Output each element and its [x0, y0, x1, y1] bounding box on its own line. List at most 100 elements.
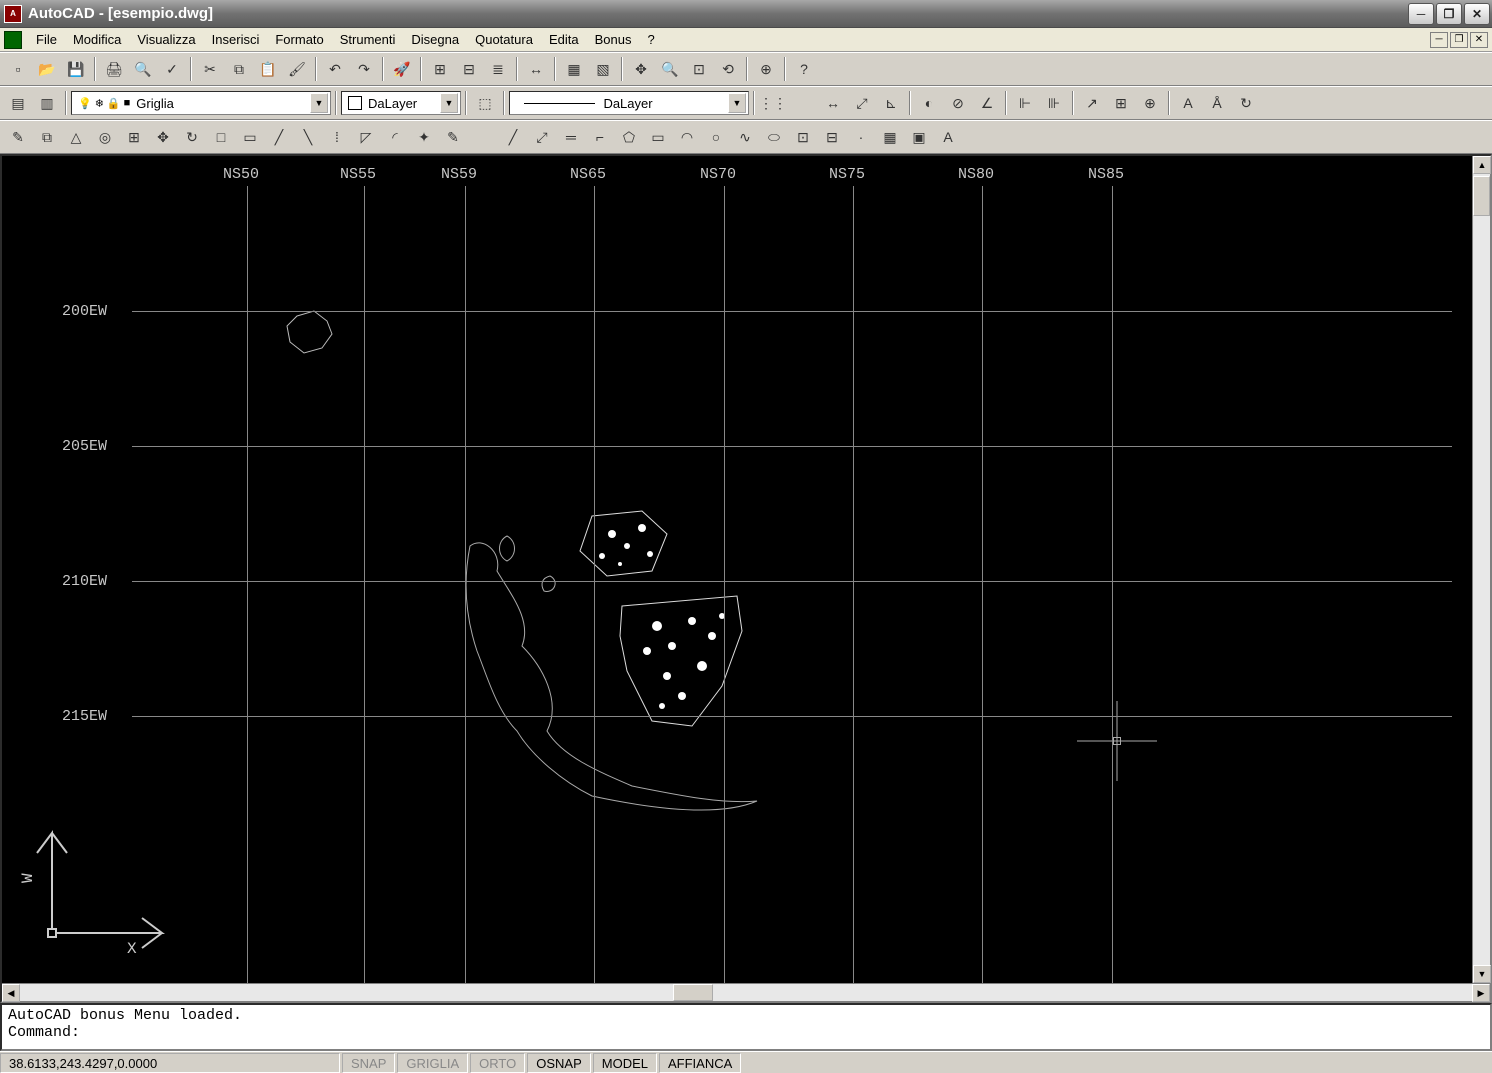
layer-combo[interactable]: 💡 ❄ 🔒 ■ Griglia ▼: [71, 91, 331, 115]
scroll-right-icon[interactable]: ▶: [1472, 984, 1490, 1002]
zoom-previous-icon[interactable]: ⟲: [714, 55, 742, 83]
vertical-scrollbar[interactable]: ▲ ▼: [1472, 156, 1490, 983]
osnap-tracking-icon[interactable]: ⊞: [426, 55, 454, 83]
mirror-icon[interactable]: △: [62, 123, 90, 151]
dim-update-icon[interactable]: ↻: [1232, 89, 1260, 117]
pan-icon[interactable]: ✥: [627, 55, 655, 83]
status-toggle-affianca[interactable]: AFFIANCA: [659, 1053, 741, 1073]
copy-object-icon[interactable]: ⧉: [33, 123, 61, 151]
status-toggle-orto[interactable]: ORTO: [470, 1053, 525, 1073]
fillet-icon[interactable]: ◜: [381, 123, 409, 151]
menu-modifica[interactable]: Modifica: [65, 29, 129, 50]
snap-from-icon[interactable]: ⊟: [455, 55, 483, 83]
layer-filter-icon[interactable]: ▥: [33, 89, 61, 117]
format-painter-icon[interactable]: 🖌: [283, 55, 311, 83]
rotate-icon[interactable]: ↻: [178, 123, 206, 151]
linetype-scale-icon[interactable]: ⋮⋮: [759, 89, 787, 117]
zoom-realtime-icon[interactable]: 🔍: [656, 55, 684, 83]
menu-formato[interactable]: Formato: [267, 29, 331, 50]
dim-center-icon[interactable]: ⊕: [1136, 89, 1164, 117]
explode-icon[interactable]: ✦: [410, 123, 438, 151]
drawing-canvas[interactable]: X W NS50NS55NS59NS65NS70NS75NS80NS85200E…: [2, 156, 1472, 983]
horizontal-scrollbar[interactable]: ◀ ▶: [2, 983, 1490, 1001]
dim-style-icon[interactable]: Å: [1203, 89, 1231, 117]
pedit-icon[interactable]: ✎: [439, 123, 467, 151]
menu-disegna[interactable]: Disegna: [403, 29, 467, 50]
point-icon[interactable]: ·: [847, 123, 875, 151]
dim-aligned-icon[interactable]: ⤢: [848, 89, 876, 117]
erase-icon[interactable]: ✎: [4, 123, 32, 151]
close-button[interactable]: ✕: [1464, 3, 1490, 25]
dim-edit-icon[interactable]: A: [1174, 89, 1202, 117]
mline-icon[interactable]: ═: [557, 123, 585, 151]
dim-leader-icon[interactable]: ↗: [1078, 89, 1106, 117]
launch-icon[interactable]: 🚀: [388, 55, 416, 83]
pline-icon[interactable]: ⌐: [586, 123, 614, 151]
menu-bonus[interactable]: Bonus: [587, 29, 640, 50]
status-toggle-griglia[interactable]: GRIGLIA: [397, 1053, 468, 1073]
save-icon[interactable]: 💾: [62, 55, 90, 83]
scale-icon[interactable]: □: [207, 123, 235, 151]
dim-linear-icon[interactable]: ↔: [819, 89, 847, 117]
menu-visualizza[interactable]: Visualizza: [129, 29, 203, 50]
polygon-icon[interactable]: ⬠: [615, 123, 643, 151]
region-icon[interactable]: ▧: [589, 55, 617, 83]
hatch-icon[interactable]: ▦: [876, 123, 904, 151]
menu-file[interactable]: File: [28, 29, 65, 50]
new-icon[interactable]: ▫: [4, 55, 32, 83]
aerial-view-icon[interactable]: ⊕: [752, 55, 780, 83]
spellcheck-icon[interactable]: ✓: [158, 55, 186, 83]
arc-icon[interactable]: ◠: [673, 123, 701, 151]
minimize-button[interactable]: ─: [1408, 3, 1434, 25]
coordinate-readout[interactable]: 38.6133,243.4297,0.0000: [0, 1053, 340, 1073]
area-icon[interactable]: ▦: [560, 55, 588, 83]
maximize-button[interactable]: ❐: [1436, 3, 1462, 25]
scroll-left-icon[interactable]: ◀: [2, 984, 20, 1002]
dim-tolerance-icon[interactable]: ⊞: [1107, 89, 1135, 117]
help-icon[interactable]: ?: [790, 55, 818, 83]
undo-icon[interactable]: ↶: [321, 55, 349, 83]
mdi-restore-button[interactable]: ❐: [1450, 32, 1468, 48]
menu-edita[interactable]: Edita: [541, 29, 587, 50]
dim-ordinate-icon[interactable]: ⊾: [877, 89, 905, 117]
make-layer-current-icon[interactable]: ⬚: [471, 89, 499, 117]
chevron-down-icon[interactable]: ▼: [440, 93, 458, 113]
circle-icon[interactable]: ○: [702, 123, 730, 151]
print-preview-icon[interactable]: 🔍: [129, 55, 157, 83]
copy-icon[interactable]: ⧉: [225, 55, 253, 83]
menu-quotatura[interactable]: Quotatura: [467, 29, 541, 50]
dim-continue-icon[interactable]: ⊪: [1040, 89, 1068, 117]
ellipse-icon[interactable]: ⬭: [760, 123, 788, 151]
extend-icon[interactable]: ╲: [294, 123, 322, 151]
chevron-down-icon[interactable]: ▼: [310, 93, 328, 113]
status-toggle-osnap[interactable]: OSNAP: [527, 1053, 591, 1073]
list-icon[interactable]: ≣: [484, 55, 512, 83]
distance-icon[interactable]: ↔: [522, 55, 550, 83]
dim-baseline-icon[interactable]: ⊩: [1011, 89, 1039, 117]
menu-[interactable]: ?: [639, 29, 662, 50]
command-window[interactable]: AutoCAD bonus Menu loaded. Command:: [0, 1003, 1492, 1051]
text-icon[interactable]: A: [934, 123, 962, 151]
scroll-up-icon[interactable]: ▲: [1473, 156, 1491, 174]
menu-inserisci[interactable]: Inserisci: [204, 29, 268, 50]
status-toggle-snap[interactable]: SNAP: [342, 1053, 395, 1073]
chevron-down-icon[interactable]: ▼: [728, 93, 746, 113]
print-icon[interactable]: 🖨: [100, 55, 128, 83]
trim-icon[interactable]: ╱: [265, 123, 293, 151]
redo-icon[interactable]: ↷: [350, 55, 378, 83]
scroll-down-icon[interactable]: ▼: [1473, 965, 1491, 983]
move-icon[interactable]: ✥: [149, 123, 177, 151]
linetype-combo[interactable]: DaLayer ▼: [509, 91, 749, 115]
stretch-icon[interactable]: ▭: [236, 123, 264, 151]
mdi-close-button[interactable]: ✕: [1470, 32, 1488, 48]
rectangle-icon[interactable]: ▭: [644, 123, 672, 151]
status-toggle-model[interactable]: MODEL: [593, 1053, 657, 1073]
dim-angular-icon[interactable]: ∠: [973, 89, 1001, 117]
line-icon[interactable]: ╱: [499, 123, 527, 151]
color-combo[interactable]: DaLayer ▼: [341, 91, 461, 115]
xline-icon[interactable]: ⤢: [528, 123, 556, 151]
mdi-minimize-button[interactable]: ─: [1430, 32, 1448, 48]
zoom-window-icon[interactable]: ⊡: [685, 55, 713, 83]
insert-block-icon[interactable]: ⊡: [789, 123, 817, 151]
spline-icon[interactable]: ∿: [731, 123, 759, 151]
